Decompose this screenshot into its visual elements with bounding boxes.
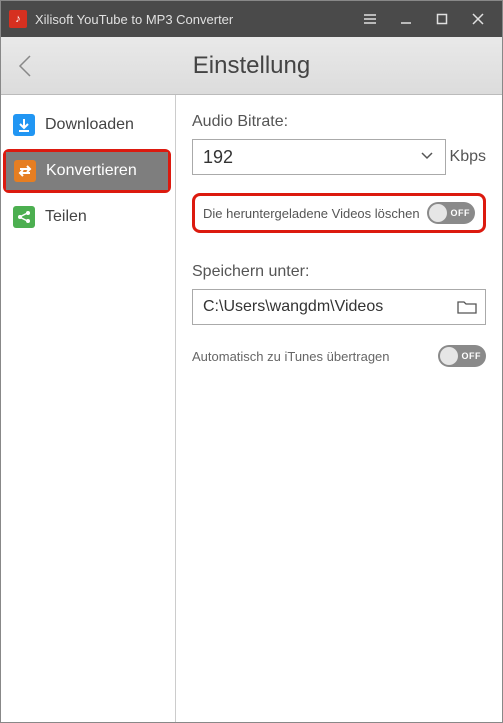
auto-itunes-toggle[interactable]: OFF: [438, 345, 486, 367]
convert-icon: [14, 160, 36, 182]
delete-downloaded-label: Die heruntergeladene Videos löschen: [203, 206, 420, 221]
sidebar-item-download[interactable]: Downloaden: [1, 103, 175, 147]
maximize-button[interactable]: [424, 1, 460, 37]
sidebar: Downloaden Konvertieren Teilen: [1, 95, 176, 722]
share-icon: [13, 206, 35, 228]
close-button[interactable]: [460, 1, 496, 37]
toggle-knob: [429, 204, 447, 222]
sidebar-item-label: Teilen: [45, 208, 87, 226]
save-path-field[interactable]: C:\Users\wangdm\Videos: [192, 289, 486, 325]
sidebar-item-label: Konvertieren: [46, 162, 137, 180]
download-icon: [13, 114, 35, 136]
minimize-button[interactable]: [388, 1, 424, 37]
delete-downloaded-toggle[interactable]: OFF: [427, 202, 475, 224]
page-title: Einstellung: [1, 52, 502, 80]
chevron-down-icon: [419, 147, 435, 168]
bitrate-label: Audio Bitrate:: [192, 113, 486, 131]
delete-downloaded-row: Die heruntergeladene Videos löschen OFF: [192, 193, 486, 233]
page-header: Einstellung: [1, 37, 502, 95]
bitrate-value: 192: [203, 147, 233, 168]
menu-button[interactable]: [352, 1, 388, 37]
toggle-knob: [440, 347, 458, 365]
back-button[interactable]: [1, 37, 51, 94]
bitrate-select[interactable]: 192: [192, 139, 446, 175]
sidebar-item-convert[interactable]: Konvertieren: [6, 152, 168, 190]
browse-folder-button[interactable]: [455, 297, 479, 317]
auto-itunes-row: Automatisch zu iTunes übertragen OFF: [192, 345, 486, 367]
app-title: Xilisoft YouTube to MP3 Converter: [35, 12, 352, 27]
save-under-label: Speichern unter:: [192, 263, 486, 281]
sidebar-item-label: Downloaden: [45, 116, 134, 134]
sidebar-item-share[interactable]: Teilen: [1, 195, 175, 239]
content-panel: Audio Bitrate: 192 Kbps Die heruntergela…: [176, 95, 502, 722]
toggle-state: OFF: [451, 208, 471, 218]
toggle-state: OFF: [462, 351, 482, 361]
titlebar: ♪ Xilisoft YouTube to MP3 Converter: [1, 1, 502, 37]
bitrate-unit: Kbps: [450, 148, 486, 166]
app-logo-icon: ♪: [9, 10, 27, 28]
save-path-text: C:\Users\wangdm\Videos: [203, 298, 383, 316]
body: Downloaden Konvertieren Teilen Audio Bit…: [1, 95, 502, 722]
auto-itunes-label: Automatisch zu iTunes übertragen: [192, 349, 390, 364]
